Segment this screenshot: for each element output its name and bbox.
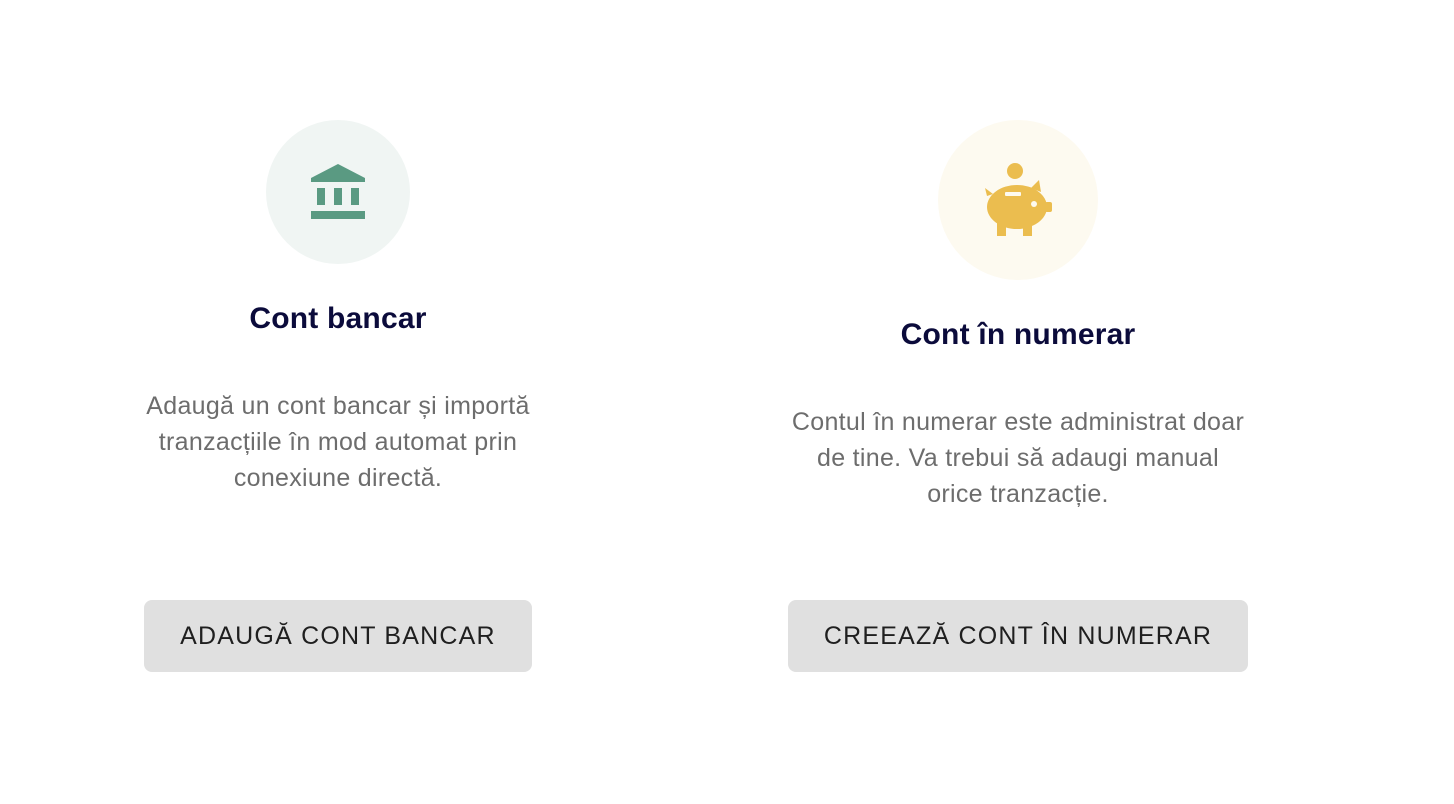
bank-icon-circle [266, 120, 410, 264]
account-type-selection: Cont bancar Adaugă un cont bancar și imp… [0, 0, 1454, 804]
add-bank-account-button[interactable]: ADAUGĂ CONT BANCAR [144, 600, 532, 672]
cash-account-option: Cont în numerar Contul în numerar este a… [758, 0, 1278, 512]
cash-account-title: Cont în numerar [900, 318, 1136, 351]
piggy-bank-icon [985, 163, 1052, 236]
cash-account-description: Contul în numerar este administrat doar … [791, 408, 1245, 508]
bank-account-title: Cont bancar [249, 302, 427, 335]
piggy-icon-circle [938, 120, 1098, 280]
bank-account-option: Cont bancar Adaugă un cont bancar și imp… [78, 0, 598, 496]
bank-icon [311, 164, 365, 219]
create-cash-account-button[interactable]: CREEAZĂ CONT ÎN NUMERAR [788, 600, 1248, 672]
bank-account-description: Adaugă un cont bancar și importă tranzac… [146, 392, 530, 492]
